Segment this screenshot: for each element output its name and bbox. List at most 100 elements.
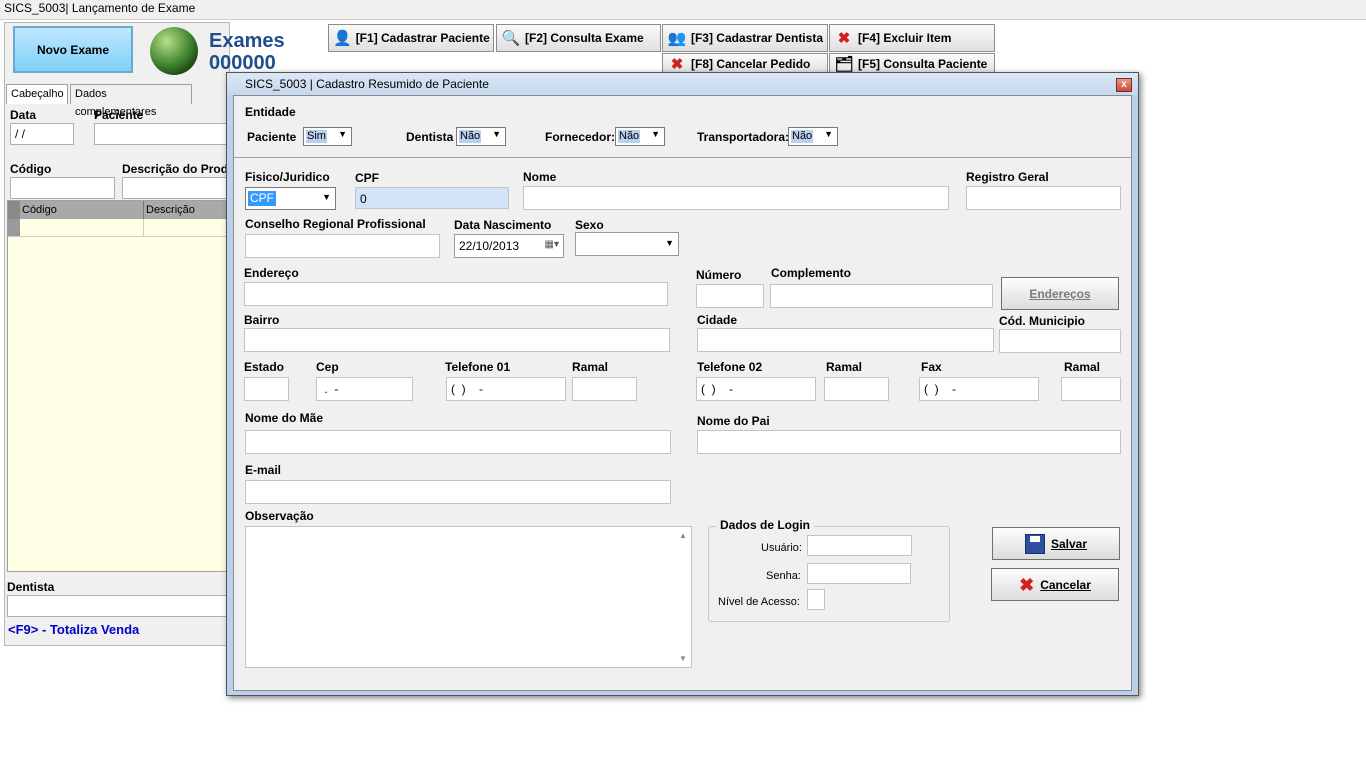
nivel-acesso-field[interactable]	[807, 589, 825, 610]
cadastrar-paciente-button[interactable]: 👤 [F1] Cadastrar Paciente	[328, 24, 494, 52]
numero-label: Número	[696, 268, 742, 282]
observacao-scrollbar[interactable]: ▲ ▼	[676, 527, 691, 667]
cidade-label: Cidade	[697, 313, 738, 327]
row-cell[interactable]	[20, 219, 144, 236]
cadastrar-dentista-button[interactable]: 👥 [F3] Cadastrar Dentista	[662, 24, 828, 52]
table-row[interactable]	[8, 219, 228, 237]
tab-cabecalho[interactable]: Cabeçalho	[6, 84, 68, 104]
nome-mae-field[interactable]	[245, 430, 671, 454]
scroll-down-icon[interactable]: ▼	[679, 654, 687, 663]
complemento-field[interactable]	[770, 284, 993, 308]
paciente-field[interactable]	[94, 123, 228, 145]
ramal2-field[interactable]	[824, 377, 889, 401]
codigo-field[interactable]	[10, 177, 115, 199]
numero-field[interactable]	[696, 284, 764, 308]
fax-field[interactable]: ( ) -	[919, 377, 1039, 401]
fornecedor-select[interactable]: Não ▼	[615, 127, 665, 146]
cpf-label: CPF	[355, 171, 379, 185]
descricao-label: Descrição do Produ	[122, 162, 236, 176]
dentista-field[interactable]	[7, 595, 228, 617]
cancelar-label: Cancelar	[1040, 577, 1091, 592]
users-icon: 👥	[667, 30, 687, 47]
dialog-content: Entidade Paciente Sim ▼ Dentista Não ▼ F…	[233, 95, 1132, 691]
bairro-field[interactable]	[244, 328, 670, 352]
nome-pai-field[interactable]	[697, 430, 1121, 454]
excluir-item-label: [F4] Excluir Item	[858, 31, 952, 45]
row-cell[interactable]	[144, 219, 228, 236]
paciente-label: Paciente	[247, 130, 297, 144]
ramal1-label: Ramal	[572, 360, 609, 374]
nivel-acesso-label: Nível de Acesso:	[718, 596, 800, 608]
email-field[interactable]	[245, 480, 671, 504]
dentista-select[interactable]: Não ▼	[456, 127, 506, 146]
senha-label: Senha:	[766, 570, 801, 582]
cod-municipio-label: Cód. Municipio	[999, 314, 1085, 328]
scroll-up-icon[interactable]: ▲	[679, 531, 687, 540]
nome-label: Nome	[523, 170, 557, 184]
excluir-item-button[interactable]: ✖ [F4] Excluir Item	[829, 24, 995, 52]
items-grid[interactable]: Código Descrição	[7, 200, 229, 572]
descricao-field[interactable]	[122, 177, 228, 199]
usuario-label: Usuário:	[761, 542, 802, 554]
cadastrar-paciente-label: [F1] Cadastrar Paciente	[355, 31, 490, 45]
senha-field[interactable]	[807, 563, 911, 584]
codigo-label: Código	[10, 162, 52, 176]
salvar-label: Salvar	[1050, 536, 1088, 551]
telefone01-field[interactable]: ( ) -	[446, 377, 566, 401]
cancelar-pedido-label: [F8] Cancelar Pedido	[691, 57, 811, 71]
close-icon[interactable]: x	[1116, 78, 1132, 92]
nome-field[interactable]	[523, 186, 949, 210]
tab-dados-complementares[interactable]: Dados complementares	[70, 84, 192, 118]
chevron-down-icon: ▼	[322, 192, 331, 202]
conselho-field[interactable]	[245, 234, 440, 258]
calendar-icon[interactable]: ▦▾	[545, 239, 559, 250]
exames-title: Exames	[209, 30, 285, 52]
dialog-title: SICS_5003 | Cadastro Resumido de Pacient…	[227, 73, 1138, 95]
cod-municipio-field[interactable]	[999, 329, 1121, 353]
cancelar-button[interactable]: ✖ Cancelar	[991, 568, 1119, 601]
enderecos-button[interactable]: Endereços	[1001, 277, 1119, 310]
data-nascimento-field[interactable]: 22/10/2013 ▦▾	[454, 234, 564, 258]
add-user-icon: 👤	[333, 30, 352, 47]
observacao-textarea[interactable]: ▲ ▼	[245, 526, 692, 668]
fisico-juridico-select[interactable]: CPF ▼	[245, 187, 336, 210]
consulta-paciente-label: [F5] Consulta Paciente	[858, 57, 988, 71]
paciente-select[interactable]: Sim ▼	[303, 127, 352, 146]
fornecedor-select-value: Não	[618, 130, 641, 143]
novo-exame-button[interactable]: Novo Exame	[13, 26, 133, 73]
cancel-x-icon: ✖	[1019, 574, 1035, 595]
exames-number: 000000	[209, 52, 276, 74]
transportadora-select[interactable]: Não ▼	[788, 127, 838, 146]
grid-col-descricao[interactable]: Descrição	[144, 201, 228, 219]
ramal1-field[interactable]	[572, 377, 637, 401]
estado-field[interactable]	[244, 377, 289, 401]
sexo-select[interactable]: ▼	[575, 232, 679, 256]
data-nascimento-value: 22/10/2013	[459, 239, 520, 253]
conselho-label: Conselho Regional Profissional	[245, 217, 426, 231]
totaliza-venda-hint: <F9> - Totaliza Venda	[8, 622, 140, 637]
nome-pai-label: Nome do Pai	[697, 414, 770, 428]
salvar-button[interactable]: Salvar	[992, 527, 1120, 560]
cep-label: Cep	[316, 360, 339, 374]
registro-geral-field[interactable]	[966, 186, 1121, 210]
paciente-label: Paciente	[94, 108, 144, 122]
cidade-field[interactable]	[697, 328, 994, 352]
fisico-juridico-label: Fisico/Juridico	[245, 170, 330, 184]
telefone02-field[interactable]: ( ) -	[696, 377, 816, 401]
transportadora-select-value: Não	[791, 130, 814, 143]
cep-field[interactable]: . -	[316, 377, 413, 401]
ramal3-field[interactable]	[1061, 377, 1121, 401]
usuario-field[interactable]	[807, 535, 912, 556]
data-field[interactable]: / /	[10, 123, 74, 145]
chevron-down-icon: ▼	[492, 129, 501, 139]
save-disk-icon	[1024, 533, 1045, 554]
cadastro-paciente-dialog: SICS_5003 | Cadastro Resumido de Pacient…	[226, 72, 1139, 696]
telefone01-label: Telefone 01	[445, 360, 511, 374]
fisico-juridico-value: CPF	[248, 191, 276, 206]
consulta-exame-button[interactable]: 🔍 [F2] Consulta Exame	[496, 24, 661, 52]
endereco-field[interactable]	[244, 282, 668, 306]
cpf-field[interactable]: 0	[355, 187, 509, 209]
observacao-label: Observação	[245, 509, 314, 523]
grid-col-codigo[interactable]: Código	[20, 201, 144, 219]
bairro-label: Bairro	[244, 313, 280, 327]
